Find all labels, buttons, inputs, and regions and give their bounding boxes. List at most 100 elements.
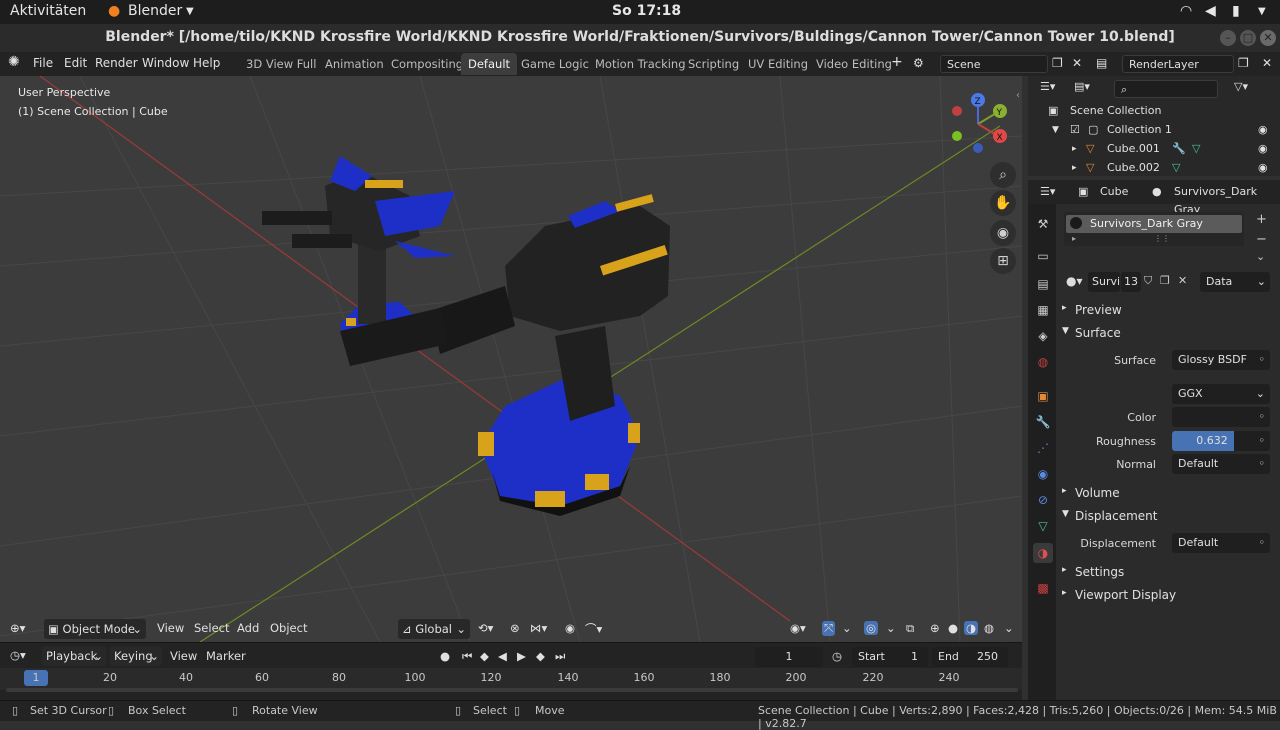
material-tab-icon[interactable]: ◑ <box>1033 543 1053 563</box>
outliner-scene-collection[interactable]: Scene Collection <box>1070 102 1161 120</box>
battery-icon[interactable]: ▮ <box>1232 3 1240 19</box>
menu-edit[interactable]: Edit <box>64 56 87 70</box>
editor-type-icon[interactable]: ⊕▾ <box>10 621 25 635</box>
orientation-dropdown[interactable]: ⊿ Global ⌄ <box>398 619 470 639</box>
orthographic-grid-icon[interactable]: ⊞ <box>990 248 1016 274</box>
render-tab-icon[interactable]: ▭ <box>1033 246 1053 266</box>
panel-collapsed-chevron-icon[interactable]: ▸ <box>1062 486 1067 496</box>
remove-slot-icon[interactable]: − <box>1256 232 1267 247</box>
menu-file[interactable]: File <box>33 56 53 70</box>
maximize-button[interactable]: □ <box>1240 30 1256 46</box>
panel-surface[interactable]: Surface <box>1075 326 1121 340</box>
outliner-item-cube-001[interactable]: Cube.001 <box>1107 140 1160 158</box>
play-icon[interactable]: ▶ <box>517 649 526 663</box>
wifi-icon[interactable]: ◠ <box>1180 3 1192 19</box>
panel-settings[interactable]: Settings <box>1075 565 1124 579</box>
data-tab-icon[interactable]: ▽ <box>1033 516 1053 536</box>
pivot-point-icon[interactable]: ⟲▾ <box>478 621 493 635</box>
panel-collapsed-chevron-icon[interactable]: ▸ <box>1062 303 1067 313</box>
timeline-ruler[interactable]: 1 20 40 60 80 100 120 140 160 180 200 22… <box>0 668 1022 692</box>
menu-view[interactable]: View <box>157 621 184 635</box>
color-swatch[interactable]: ◦ <box>1172 407 1270 427</box>
shading-menu-chevron-icon[interactable]: ⌄ <box>1004 621 1014 635</box>
view-layer-icon[interactable]: ▤ <box>1096 56 1107 70</box>
delete-scene-icon[interactable]: ✕ <box>1072 56 1082 70</box>
camera-view-icon[interactable]: ◉ <box>990 220 1016 246</box>
material-browse-icon[interactable]: ●▾ <box>1066 274 1083 288</box>
fake-user-shield-icon[interactable]: ⛉ <box>1144 274 1152 288</box>
material-slot-row[interactable]: Survivors_Dark Gray <box>1066 215 1242 233</box>
rendered-shading-icon[interactable]: ◍ <box>984 621 994 635</box>
timeline-menu-marker[interactable]: Marker <box>206 649 246 663</box>
panel-collapsed-chevron-icon[interactable]: ▸ <box>1062 588 1067 598</box>
renderlayer-field[interactable]: RenderLayer <box>1122 55 1234 73</box>
outliner-collection-1[interactable]: Collection 1 <box>1107 121 1172 139</box>
falloff-icon[interactable]: ⌒▾ <box>585 621 602 637</box>
unlink-material-icon[interactable]: ✕ <box>1178 274 1187 287</box>
checkbox-icon[interactable]: ☑ <box>1070 121 1080 139</box>
normal-field[interactable]: Default ◦ <box>1172 454 1270 474</box>
panel-preview[interactable]: Preview <box>1075 303 1122 317</box>
play-reverse-icon[interactable]: ◀ <box>498 649 507 663</box>
record-icon[interactable]: ● <box>440 649 450 663</box>
texture-tab-icon[interactable]: ▩ <box>1033 578 1053 598</box>
add-workspace-icon[interactable]: + <box>891 54 903 70</box>
gizmo-neg-y-icon[interactable] <box>952 131 962 141</box>
zoom-icon[interactable]: ⌕ <box>990 162 1016 188</box>
current-frame-field[interactable]: 1 <box>755 647 823 667</box>
displacement-field[interactable]: Default ◦ <box>1172 533 1270 553</box>
duplicate-material-icon[interactable]: ❐ <box>1160 274 1170 287</box>
expand-chevron-icon[interactable]: ▸ <box>1072 140 1077 158</box>
slot-specials-chevron-icon[interactable]: ⌄ <box>1256 250 1265 263</box>
tab-uv-editing[interactable]: UV Editing <box>741 53 815 75</box>
output-tab-icon[interactable]: ▤ <box>1033 274 1053 294</box>
timeline-menu-view[interactable]: View <box>170 649 197 663</box>
distribution-dropdown[interactable]: GGX ⌄ <box>1172 384 1270 404</box>
panel-collapsed-chevron-icon[interactable]: ▸ <box>1062 565 1067 575</box>
close-button[interactable]: ✕ <box>1260 30 1276 46</box>
playback-menu[interactable]: Playback ⌄ <box>42 646 106 666</box>
tab-motion-tracking[interactable]: Motion Tracking <box>588 53 693 75</box>
snap-target-icon[interactable]: ⋈▾ <box>530 621 547 635</box>
menu-help[interactable]: Help <box>193 56 220 70</box>
panel-expanded-chevron-icon[interactable]: ▼ <box>1062 509 1069 519</box>
expand-chevron-icon[interactable]: ▼ <box>1052 121 1059 139</box>
snap-toggle-icon[interactable]: ⊗ <box>510 621 520 635</box>
solid-shading-icon[interactable]: ● <box>948 621 958 635</box>
physics-tab-icon[interactable]: ◉ <box>1033 464 1053 484</box>
gizmo-neg-z-icon[interactable] <box>973 143 983 153</box>
scene-tab-icon[interactable]: ◈ <box>1033 326 1053 346</box>
menu-add[interactable]: Add <box>237 621 259 635</box>
outliner-search-input[interactable]: ⌕ <box>1114 80 1218 98</box>
material-name-field[interactable]: Survi <box>1088 272 1120 292</box>
prev-keyframe-icon[interactable]: ◆ <box>480 649 489 663</box>
tab-compositing[interactable]: Compositing <box>384 53 470 75</box>
preview-range-icon[interactable]: ◷ <box>832 649 842 663</box>
gizmo-menu-chevron-icon[interactable]: ⌄ <box>842 621 852 635</box>
display-mode-icon[interactable]: ▤▾ <box>1074 78 1090 96</box>
gizmo-neg-x-icon[interactable] <box>952 106 962 116</box>
list-expand-icon[interactable]: ▸ <box>1072 234 1076 243</box>
activities-button[interactable]: Aktivitäten <box>10 3 86 19</box>
overlay-toggle-icon[interactable]: ◎ <box>864 621 879 635</box>
tab-video-editing[interactable]: Video Editing <box>809 53 899 75</box>
timeline-editor-type-icon[interactable]: ◷▾ <box>10 648 26 662</box>
next-keyframe-icon[interactable]: ◆ <box>536 649 545 663</box>
menu-window[interactable]: Window <box>142 56 189 70</box>
keying-menu[interactable]: Keying ⌄ <box>110 646 162 666</box>
volume-icon[interactable]: ◀ <box>1205 3 1216 19</box>
material-shading-icon[interactable]: ◑ <box>964 621 979 635</box>
viewport-scene[interactable]: Z Y X <box>0 76 1022 642</box>
properties-editor-type-icon[interactable]: ☰▾ <box>1040 183 1055 201</box>
navigation-gizmo[interactable]: Z Y X <box>952 93 1007 153</box>
xray-toggle-icon[interactable]: ⧉ <box>906 621 914 636</box>
eye-icon[interactable]: ◉ <box>1258 159 1268 177</box>
minimize-button[interactable]: – <box>1220 30 1236 46</box>
tab-scripting[interactable]: Scripting <box>681 53 746 75</box>
roughness-slider[interactable]: 0.632 ◦ <box>1172 431 1270 451</box>
eye-icon[interactable]: ◉ <box>1258 121 1268 139</box>
menu-render[interactable]: Render <box>95 56 138 70</box>
surface-shader-field[interactable]: Glossy BSDF ◦ <box>1172 350 1270 370</box>
menu-select[interactable]: Select <box>194 621 229 635</box>
clock[interactable]: So 17:18 <box>612 3 681 19</box>
